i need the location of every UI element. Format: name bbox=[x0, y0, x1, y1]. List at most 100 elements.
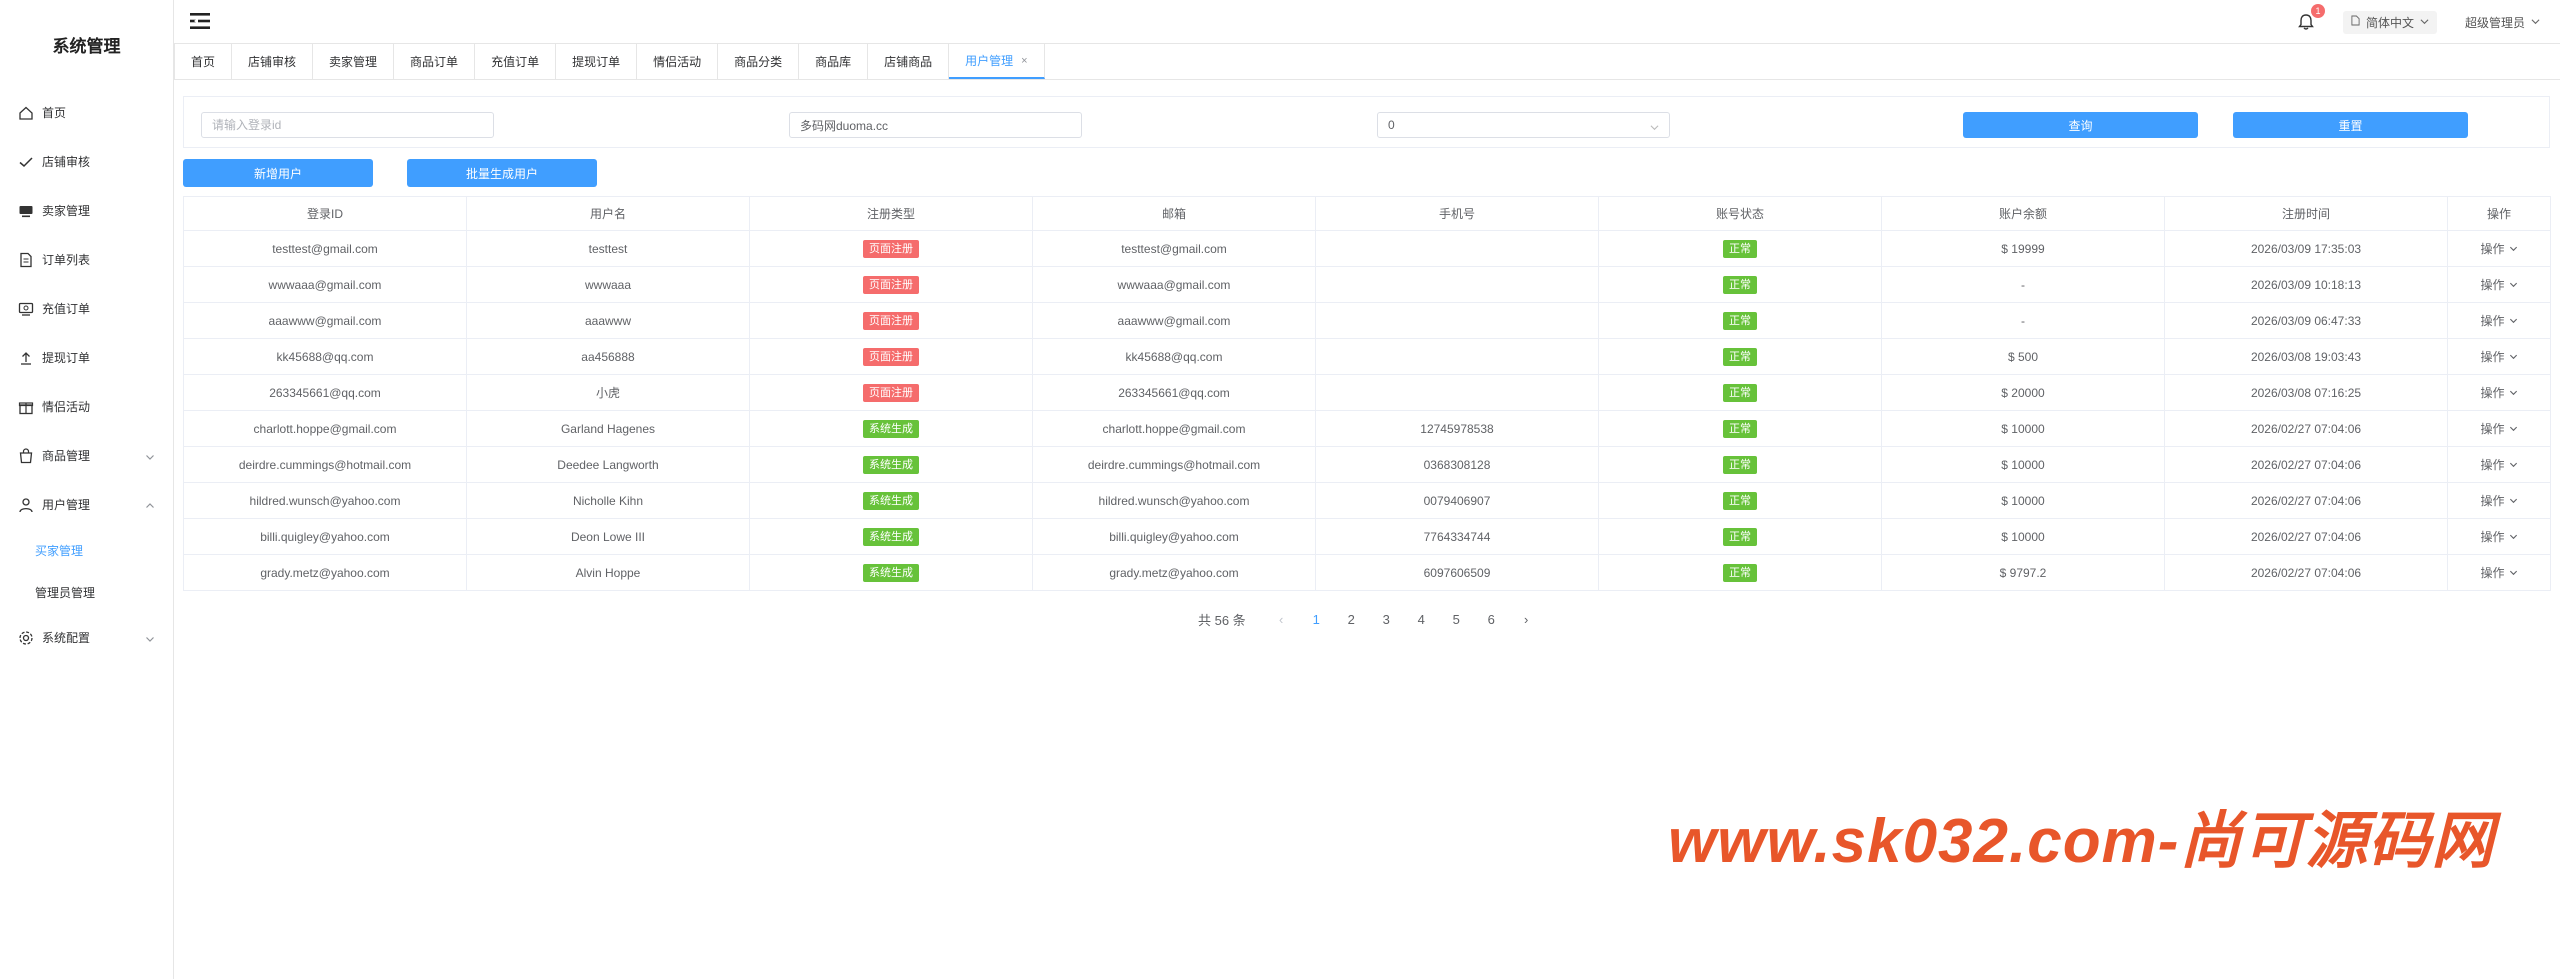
user-menu[interactable]: 超级管理员 bbox=[2465, 14, 2540, 31]
sidebar-item-10[interactable]: 系统配置 bbox=[0, 613, 173, 662]
cell-status: 正常 bbox=[1598, 374, 1882, 411]
sidebar-item-4[interactable]: 订单列表 bbox=[0, 235, 173, 284]
tab-5[interactable]: 充值订单 bbox=[475, 44, 557, 79]
chevron-down-icon bbox=[145, 633, 155, 643]
tab-1[interactable]: 首页 bbox=[174, 44, 233, 79]
cell-balance: $ 500 bbox=[1881, 338, 2165, 375]
column-header: 登录ID bbox=[183, 196, 467, 231]
reset-button[interactable]: 重置 bbox=[2233, 112, 2468, 138]
row-actions-label: 操作 bbox=[2480, 458, 2505, 472]
hamburger-menu-icon[interactable] bbox=[190, 12, 210, 30]
row-actions-dropdown[interactable]: 操作 bbox=[2480, 348, 2517, 365]
tab-6[interactable]: 提现订单 bbox=[556, 44, 638, 79]
tab-label: 店铺商品 bbox=[884, 55, 933, 69]
cell-username: Nicholle Kihn bbox=[466, 482, 750, 519]
close-icon[interactable]: × bbox=[1021, 55, 1027, 67]
sidebar-item-2[interactable]: 店铺审核 bbox=[0, 137, 173, 186]
cell-status: 正常 bbox=[1598, 338, 1882, 375]
page-number[interactable]: 4 bbox=[1404, 612, 1439, 627]
notification-bell-icon[interactable]: 1 bbox=[2297, 4, 2325, 31]
submenu-item-1[interactable]: 买家管理 bbox=[0, 529, 173, 571]
query-button[interactable]: 查询 bbox=[1963, 112, 2198, 138]
sidebar-item-8[interactable]: 商品管理 bbox=[0, 431, 173, 480]
cell-op: 操作 bbox=[2447, 410, 2551, 447]
row-actions-dropdown[interactable]: 操作 bbox=[2480, 276, 2517, 293]
page-number[interactable]: 3 bbox=[1369, 612, 1404, 627]
tab-10[interactable]: 店铺商品 bbox=[868, 44, 950, 79]
tab-4[interactable]: 商品订单 bbox=[394, 44, 476, 79]
cell-reg-time: 2026/02/27 07:04:06 bbox=[2164, 554, 2448, 591]
table-row: grady.metz@yahoo.com Alvin Hoppe 系统生成 grady… bbox=[183, 554, 2551, 591]
sidebar-item-7[interactable]: 情侣活动 bbox=[0, 382, 173, 431]
row-actions-dropdown[interactable]: 操作 bbox=[2480, 456, 2517, 473]
cell-email: aaawww@gmail.com bbox=[1032, 302, 1316, 339]
tab-2[interactable]: 店铺审核 bbox=[232, 44, 314, 79]
page-number[interactable]: 6 bbox=[1474, 612, 1509, 627]
prev-page-icon[interactable]: ‹ bbox=[1264, 612, 1299, 627]
chevron-down-icon bbox=[2509, 278, 2518, 292]
row-actions-label: 操作 bbox=[2480, 314, 2505, 328]
submenu-item-2[interactable]: 管理员管理 bbox=[0, 571, 173, 613]
sidebar-item-6[interactable]: 提现订单 bbox=[0, 333, 173, 382]
cell-reg-type: 系统生成 bbox=[749, 482, 1033, 519]
cell-reg-time: 2026/02/27 07:04:06 bbox=[2164, 518, 2448, 555]
tab-11[interactable]: 用户管理 × bbox=[949, 44, 1045, 79]
login-id-input[interactable] bbox=[201, 112, 494, 138]
chevron-down-icon bbox=[2509, 242, 2518, 256]
tab-3[interactable]: 卖家管理 bbox=[313, 44, 395, 79]
cell-reg-type: 页面注册 bbox=[749, 374, 1033, 411]
cell-status: 正常 bbox=[1598, 302, 1882, 339]
tab-label: 首页 bbox=[191, 55, 216, 69]
row-actions-dropdown[interactable]: 操作 bbox=[2480, 528, 2517, 545]
cell-status: 正常 bbox=[1598, 410, 1882, 447]
row-actions-label: 操作 bbox=[2480, 242, 2505, 256]
row-actions-dropdown[interactable]: 操作 bbox=[2480, 564, 2517, 581]
cell-phone: 12745978538 bbox=[1315, 410, 1599, 447]
cell-email: wwwaaa@gmail.com bbox=[1032, 266, 1316, 303]
add-user-button[interactable]: 新增用户 bbox=[183, 159, 373, 187]
language-selector[interactable]: 简体中文 bbox=[2342, 10, 2437, 34]
reg-type-badge: 页面注册 bbox=[863, 239, 919, 258]
row-actions-dropdown[interactable]: 操作 bbox=[2480, 420, 2517, 437]
sidebar-item-label: 用户管理 bbox=[42, 498, 91, 512]
cell-phone: 0368308128 bbox=[1315, 446, 1599, 483]
domain-input[interactable] bbox=[789, 112, 1082, 138]
status-badge: 正常 bbox=[1723, 455, 1757, 474]
cell-login-id: grady.metz@yahoo.com bbox=[183, 554, 467, 591]
row-actions-dropdown[interactable]: 操作 bbox=[2480, 492, 2517, 509]
tab-label: 店铺审核 bbox=[248, 55, 297, 69]
page-number[interactable]: 5 bbox=[1439, 612, 1474, 627]
cell-reg-time: 2026/03/09 10:18:13 bbox=[2164, 266, 2448, 303]
status-badge: 正常 bbox=[1723, 419, 1757, 438]
cell-balance: $ 10000 bbox=[1881, 482, 2165, 519]
page-number[interactable]: 2 bbox=[1334, 612, 1369, 627]
row-actions-dropdown[interactable]: 操作 bbox=[2480, 384, 2517, 401]
sidebar-item-5[interactable]: 充值订单 bbox=[0, 284, 173, 333]
page-number[interactable]: 1 bbox=[1299, 612, 1334, 627]
tab-9[interactable]: 商品库 bbox=[799, 44, 869, 79]
reg-type-badge: 系统生成 bbox=[863, 491, 919, 510]
sidebar-item-label: 订单列表 bbox=[42, 253, 91, 267]
cell-email: grady.metz@yahoo.com bbox=[1032, 554, 1316, 591]
user-name: 超级管理员 bbox=[2464, 15, 2525, 30]
sidebar-item-1[interactable]: 首页 bbox=[0, 88, 173, 137]
sidebar-item-9[interactable]: 用户管理 bbox=[0, 480, 173, 529]
cell-username: testtest bbox=[466, 230, 750, 267]
status-select[interactable]: 0 bbox=[1377, 112, 1670, 138]
check-icon bbox=[18, 154, 34, 170]
cell-phone bbox=[1315, 338, 1599, 375]
sidebar-item-3[interactable]: 卖家管理 bbox=[0, 186, 173, 235]
column-header: 注册时间 bbox=[2164, 196, 2448, 231]
batch-generate-users-button[interactable]: 批量生成用户 bbox=[407, 159, 597, 187]
tab-8[interactable]: 商品分类 bbox=[718, 44, 800, 79]
cell-balance: - bbox=[1881, 266, 2165, 303]
sidebar-item-label: 卖家管理 bbox=[42, 204, 91, 218]
reg-type-badge: 系统生成 bbox=[863, 563, 919, 582]
next-page-icon[interactable]: › bbox=[1509, 612, 1544, 627]
tab-7[interactable]: 情侣活动 bbox=[637, 44, 719, 79]
row-actions-dropdown[interactable]: 操作 bbox=[2480, 240, 2517, 257]
table-row: deirdre.cummings@hotmail.com Deedee Langw… bbox=[183, 446, 2551, 483]
cell-reg-time: 2026/03/08 19:03:43 bbox=[2164, 338, 2448, 375]
row-actions-dropdown[interactable]: 操作 bbox=[2480, 312, 2517, 329]
users-table: 登录ID 用户名 注册类型 邮箱 手机号 账号状态 账户余额 注册时间 操作 testtest@… bbox=[183, 196, 2551, 591]
